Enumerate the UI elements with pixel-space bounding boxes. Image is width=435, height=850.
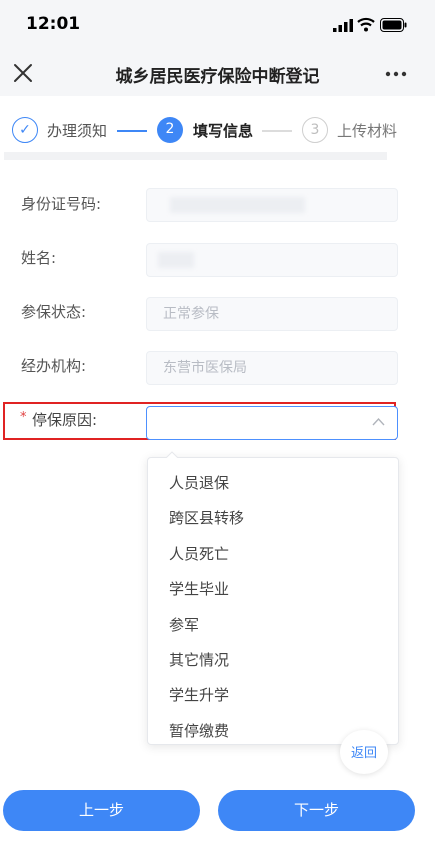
option-person-death[interactable]: 人员死亡 bbox=[169, 543, 229, 564]
option-cross-county-transfer[interactable]: 跨区县转移 bbox=[169, 507, 244, 528]
reason-label: 停保原因: bbox=[32, 411, 98, 429]
status-field: 正常参保 bbox=[146, 297, 398, 331]
agency-label: 经办机构: bbox=[21, 357, 87, 375]
status-label: 参保状态: bbox=[21, 303, 87, 321]
required-marker: * bbox=[20, 410, 27, 425]
reason-select[interactable] bbox=[146, 406, 398, 440]
option-student-graduate[interactable]: 学生毕业 bbox=[169, 578, 229, 599]
floating-back-button[interactable]: 返回 bbox=[340, 730, 388, 774]
battery-icon bbox=[380, 18, 407, 32]
status-time: 12:01 bbox=[26, 14, 81, 34]
section-divider bbox=[4, 152, 387, 160]
agency-field: 东营市医保局 bbox=[146, 351, 398, 385]
more-icon[interactable] bbox=[384, 71, 408, 77]
wifi-icon bbox=[357, 17, 375, 32]
option-person-withdraw[interactable]: 人员退保 bbox=[169, 472, 229, 493]
step-3-number: 3 bbox=[302, 117, 328, 143]
step-2-label: 填写信息 bbox=[193, 122, 254, 140]
dropdown-caret bbox=[166, 451, 178, 458]
id-number-label: 身份证号码: bbox=[21, 195, 102, 213]
next-step-button[interactable]: 下一步 bbox=[218, 790, 415, 831]
step-connector-2 bbox=[262, 130, 292, 132]
option-other[interactable]: 其它情况 bbox=[169, 649, 229, 670]
name-label: 姓名: bbox=[21, 249, 57, 267]
option-student-promotion[interactable]: 学生升学 bbox=[169, 684, 229, 705]
step-1-label: 办理须知 bbox=[47, 122, 108, 140]
step-2-number: 2 bbox=[157, 117, 183, 143]
signal-icon bbox=[333, 19, 353, 32]
option-enlist-army[interactable]: 参军 bbox=[169, 614, 199, 635]
step-connector-1 bbox=[117, 130, 147, 132]
redacted-name bbox=[158, 252, 194, 268]
redacted-id-number bbox=[170, 197, 305, 213]
step-3-label: 上传材料 bbox=[337, 122, 398, 140]
option-pause-payment[interactable]: 暂停缴费 bbox=[169, 720, 229, 741]
previous-step-button[interactable]: 上一步 bbox=[3, 790, 200, 831]
page-title: 城乡居民医疗保险中断登记 bbox=[115, 67, 320, 87]
step-1-check-icon: ✓ bbox=[12, 117, 38, 143]
chevron-up-icon[interactable] bbox=[372, 417, 385, 426]
